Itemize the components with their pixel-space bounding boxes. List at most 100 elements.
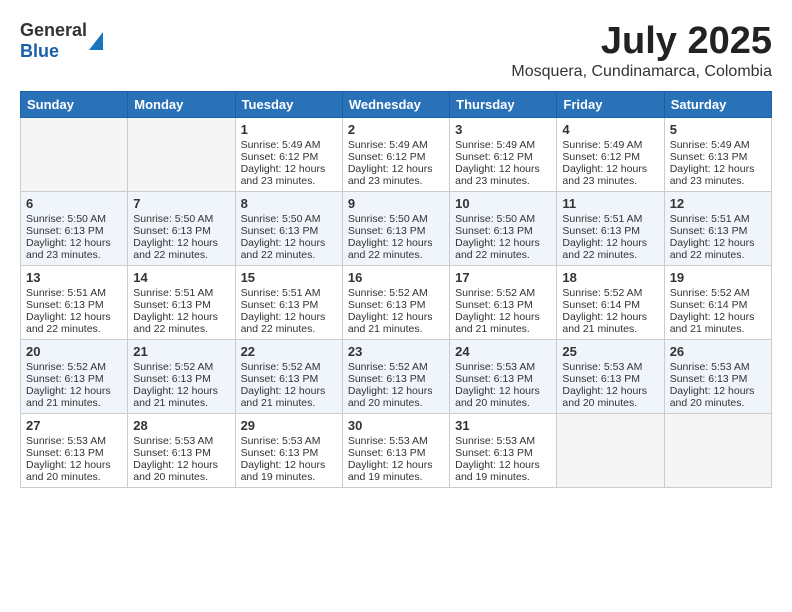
day-header-friday: Friday: [557, 92, 664, 118]
logo-blue: Blue: [20, 41, 87, 62]
sunset-text: Sunset: 6:13 PM: [455, 373, 551, 385]
calendar-week-row: 20Sunrise: 5:52 AMSunset: 6:13 PMDayligh…: [21, 340, 772, 414]
calendar-cell: 13Sunrise: 5:51 AMSunset: 6:13 PMDayligh…: [21, 266, 128, 340]
daylight-text: Daylight: 12 hours and 22 minutes.: [26, 311, 122, 335]
sunset-text: Sunset: 6:13 PM: [133, 225, 229, 237]
day-number: 8: [241, 196, 337, 211]
sunset-text: Sunset: 6:13 PM: [348, 225, 444, 237]
day-number: 14: [133, 270, 229, 285]
sunrise-text: Sunrise: 5:50 AM: [455, 213, 551, 225]
daylight-text: Daylight: 12 hours and 21 minutes.: [670, 311, 766, 335]
day-header-monday: Monday: [128, 92, 235, 118]
sunrise-text: Sunrise: 5:52 AM: [133, 361, 229, 373]
calendar-cell: 25Sunrise: 5:53 AMSunset: 6:13 PMDayligh…: [557, 340, 664, 414]
calendar-cell: 28Sunrise: 5:53 AMSunset: 6:13 PMDayligh…: [128, 414, 235, 488]
daylight-text: Daylight: 12 hours and 23 minutes.: [26, 237, 122, 261]
calendar-cell: 22Sunrise: 5:52 AMSunset: 6:13 PMDayligh…: [235, 340, 342, 414]
daylight-text: Daylight: 12 hours and 22 minutes.: [348, 237, 444, 261]
daylight-text: Daylight: 12 hours and 19 minutes.: [455, 459, 551, 483]
sunset-text: Sunset: 6:13 PM: [348, 447, 444, 459]
day-number: 24: [455, 344, 551, 359]
sunrise-text: Sunrise: 5:53 AM: [348, 435, 444, 447]
sunrise-text: Sunrise: 5:49 AM: [455, 139, 551, 151]
sunset-text: Sunset: 6:13 PM: [26, 373, 122, 385]
day-number: 2: [348, 122, 444, 137]
daylight-text: Daylight: 12 hours and 20 minutes.: [562, 385, 658, 409]
calendar-cell: 15Sunrise: 5:51 AMSunset: 6:13 PMDayligh…: [235, 266, 342, 340]
calendar-cell: 19Sunrise: 5:52 AMSunset: 6:14 PMDayligh…: [664, 266, 771, 340]
calendar-week-row: 27Sunrise: 5:53 AMSunset: 6:13 PMDayligh…: [21, 414, 772, 488]
calendar-cell: 24Sunrise: 5:53 AMSunset: 6:13 PMDayligh…: [450, 340, 557, 414]
calendar-title: July 2025: [511, 20, 772, 63]
day-number: 27: [26, 418, 122, 433]
daylight-text: Daylight: 12 hours and 20 minutes.: [348, 385, 444, 409]
sunset-text: Sunset: 6:12 PM: [348, 151, 444, 163]
calendar-cell: [664, 414, 771, 488]
daylight-text: Daylight: 12 hours and 23 minutes.: [670, 163, 766, 187]
daylight-text: Daylight: 12 hours and 23 minutes.: [348, 163, 444, 187]
calendar-cell: 4Sunrise: 5:49 AMSunset: 6:12 PMDaylight…: [557, 118, 664, 192]
calendar-cell: 3 Sunrise: 5:49 AMSunset: 6:12 PMDaylight…: [450, 118, 557, 192]
calendar-week-row: 6Sunrise: 5:50 AMSunset: 6:13 PMDaylight…: [21, 192, 772, 266]
calendar-cell: 23Sunrise: 5:52 AMSunset: 6:13 PMDayligh…: [342, 340, 449, 414]
daylight-text: Daylight: 12 hours and 19 minutes.: [348, 459, 444, 483]
day-number: 7: [133, 196, 229, 211]
sunrise-text: Sunrise: 5:53 AM: [26, 435, 122, 447]
sunset-text: Sunset: 6:13 PM: [241, 373, 337, 385]
sunrise-text: Sunrise: 5:50 AM: [348, 213, 444, 225]
daylight-text: Daylight: 12 hours and 20 minutes.: [455, 385, 551, 409]
sunset-text: Sunset: 6:13 PM: [241, 447, 337, 459]
calendar-cell: 16Sunrise: 5:52 AMSunset: 6:13 PMDayligh…: [342, 266, 449, 340]
sunset-text: Sunset: 6:13 PM: [26, 299, 122, 311]
logo-general: General: [20, 20, 87, 41]
day-number: 15: [241, 270, 337, 285]
day-number: 11: [562, 196, 658, 211]
day-number: 3: [455, 122, 551, 137]
calendar-cell: 20Sunrise: 5:52 AMSunset: 6:13 PMDayligh…: [21, 340, 128, 414]
sunrise-text: Sunrise: 5:51 AM: [670, 213, 766, 225]
day-number: 23: [348, 344, 444, 359]
daylight-text: Daylight: 12 hours and 22 minutes.: [455, 237, 551, 261]
sunrise-text: Sunrise: 5:52 AM: [348, 287, 444, 299]
calendar-cell: 5Sunrise: 5:49 AMSunset: 6:13 PMDaylight…: [664, 118, 771, 192]
sunrise-text: Sunrise: 5:49 AM: [562, 139, 658, 151]
day-number: 18: [562, 270, 658, 285]
day-number: 5: [670, 122, 766, 137]
sunset-text: Sunset: 6:13 PM: [241, 299, 337, 311]
sunset-text: Sunset: 6:13 PM: [26, 225, 122, 237]
daylight-text: Daylight: 12 hours and 21 minutes.: [562, 311, 658, 335]
sunrise-text: Sunrise: 5:49 AM: [241, 139, 337, 151]
day-number: 29: [241, 418, 337, 433]
sunset-text: Sunset: 6:12 PM: [241, 151, 337, 163]
day-header-thursday: Thursday: [450, 92, 557, 118]
calendar-cell: 14Sunrise: 5:51 AMSunset: 6:13 PMDayligh…: [128, 266, 235, 340]
sunset-text: Sunset: 6:13 PM: [348, 299, 444, 311]
daylight-text: Daylight: 12 hours and 23 minutes.: [455, 163, 551, 187]
logo-triangle-icon: [89, 32, 103, 50]
logo-text: General Blue: [20, 20, 87, 62]
calendar-cell: 18Sunrise: 5:52 AMSunset: 6:14 PMDayligh…: [557, 266, 664, 340]
calendar-cell: 9Sunrise: 5:50 AMSunset: 6:13 PMDaylight…: [342, 192, 449, 266]
calendar-cell: 2Sunrise: 5:49 AMSunset: 6:12 PMDaylight…: [342, 118, 449, 192]
calendar-cell: 6Sunrise: 5:50 AMSunset: 6:13 PMDaylight…: [21, 192, 128, 266]
sunset-text: Sunset: 6:13 PM: [670, 151, 766, 163]
daylight-text: Daylight: 12 hours and 21 minutes.: [26, 385, 122, 409]
daylight-text: Daylight: 12 hours and 22 minutes.: [133, 237, 229, 261]
day-number: 10: [455, 196, 551, 211]
calendar-cell: 29Sunrise: 5:53 AMSunset: 6:13 PMDayligh…: [235, 414, 342, 488]
sunset-text: Sunset: 6:13 PM: [670, 225, 766, 237]
title-block: July 2025 Mosquera, Cundinamarca, Colomb…: [511, 20, 772, 81]
day-number: 12: [670, 196, 766, 211]
sunrise-text: Sunrise: 5:53 AM: [133, 435, 229, 447]
calendar-cell: 8Sunrise: 5:50 AMSunset: 6:13 PMDaylight…: [235, 192, 342, 266]
sunset-text: Sunset: 6:12 PM: [455, 151, 551, 163]
day-number: 26: [670, 344, 766, 359]
daylight-text: Daylight: 12 hours and 21 minutes.: [241, 385, 337, 409]
day-number: 6: [26, 196, 122, 211]
day-number: 13: [26, 270, 122, 285]
calendar-cell: 21Sunrise: 5:52 AMSunset: 6:13 PMDayligh…: [128, 340, 235, 414]
daylight-text: Daylight: 12 hours and 22 minutes.: [133, 311, 229, 335]
daylight-text: Daylight: 12 hours and 23 minutes.: [241, 163, 337, 187]
sunset-text: Sunset: 6:13 PM: [133, 447, 229, 459]
day-number: 28: [133, 418, 229, 433]
